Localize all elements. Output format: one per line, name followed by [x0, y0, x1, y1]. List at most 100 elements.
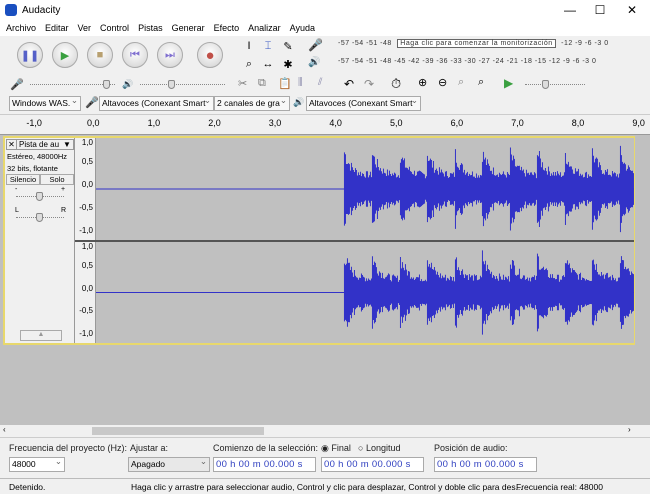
- project-rate-label: Frecuencia del proyecto (Hz):: [9, 443, 128, 453]
- play-speed-slider[interactable]: [525, 80, 585, 89]
- menu-pistas[interactable]: Pistas: [138, 23, 163, 33]
- maximize-button[interactable]: ☐: [585, 0, 615, 20]
- timeline-ruler[interactable]: -1,0 0,0 1,0 2,0 3,0 4,0 5,0 6,0 7,0 8,0 9,0: [0, 115, 650, 135]
- timeshift-tool-icon[interactable]: ↔: [259, 55, 277, 73]
- envelope-tool-icon[interactable]: ⌶: [259, 37, 277, 55]
- undo-icon[interactable]: ↶: [344, 77, 354, 91]
- minimize-button[interactable]: —: [555, 0, 585, 20]
- audio-position-time[interactable]: 00 h 00 m 00.000 s: [434, 457, 537, 472]
- track-format-bits: 32 bits, flotante: [7, 164, 58, 173]
- toolbars: ❚❚ ▶ ■ ⏮ ⏭ ● I ⌶ ✎ ⌕ ↔ ✱ 🎤 -57 -54 -51 -…: [0, 36, 650, 115]
- vertical-ruler-left[interactable]: 1,0 0,5 0,0 -0,5 -1,0: [75, 138, 96, 240]
- amplitude-tick-label: 0,5: [81, 260, 93, 270]
- end-radio[interactable]: ◉ Final: [321, 443, 351, 454]
- amplitude-tick-label: -1,0: [79, 226, 93, 235]
- zoom-in-icon[interactable]: ⊕: [418, 76, 427, 89]
- menu-generar[interactable]: Generar: [172, 23, 205, 33]
- playback-meter[interactable]: -57 -54 -51 -48 -45 -42 -39 -36 -33 -30 …: [338, 58, 596, 72]
- menu-ver[interactable]: Ver: [78, 23, 92, 33]
- scrollbar-thumb[interactable]: [92, 427, 264, 435]
- snap-to-label: Ajustar a:: [130, 443, 169, 453]
- title-bar: Audacity — ☐ ✕: [0, 0, 650, 20]
- length-radio[interactable]: ○ Longitud: [358, 443, 400, 453]
- sync-lock-icon[interactable]: ⏱: [391, 76, 401, 92]
- amplitude-tick-label: 0,5: [81, 157, 93, 166]
- menu-archivo[interactable]: Archivo: [6, 23, 36, 33]
- track-close-button[interactable]: ✕: [7, 140, 17, 149]
- track-menu-arrow-icon[interactable]: ▼: [63, 140, 73, 149]
- silence-icon[interactable]: ⫽: [318, 77, 322, 88]
- length-radio-label: Longitud: [365, 443, 401, 453]
- copy-icon[interactable]: ⧉: [258, 77, 266, 90]
- status-hint: Haga clic y arrastre para seleccionar au…: [131, 482, 523, 492]
- menu-editar[interactable]: Editar: [45, 23, 69, 33]
- waveform: [343, 250, 634, 335]
- audio-position-label: Posición de audio:: [434, 443, 508, 453]
- paste-icon[interactable]: 📋: [278, 77, 292, 90]
- scroll-right-icon[interactable]: ›: [628, 425, 631, 434]
- channel-right-waveform[interactable]: [96, 242, 634, 343]
- menu-analizar[interactable]: Analizar: [248, 23, 281, 33]
- project-rate-select[interactable]: 48000: [9, 457, 65, 472]
- gain-plus-label: +: [61, 186, 66, 193]
- stop-button[interactable]: ■: [87, 42, 113, 68]
- horizontal-scrollbar[interactable]: ‹ ›: [0, 425, 650, 437]
- multi-tool-icon[interactable]: ✱: [279, 55, 297, 73]
- trim-icon[interactable]: ⫼: [298, 77, 303, 88]
- scroll-left-icon[interactable]: ‹: [3, 425, 6, 434]
- gain-slider[interactable]: [16, 192, 64, 201]
- play-button[interactable]: ▶: [52, 42, 78, 68]
- fit-project-icon[interactable]: ⌕: [478, 76, 484, 89]
- cut-icon[interactable]: ✂: [238, 77, 247, 90]
- ruler-tick-label: 4,0: [329, 118, 342, 128]
- zoom-tool-icon[interactable]: ⌕: [240, 55, 258, 73]
- playback-device-select[interactable]: Altavoces (Conexant Smart: [306, 96, 421, 111]
- menu-control[interactable]: Control: [100, 23, 129, 33]
- draw-tool-icon[interactable]: ✎: [279, 37, 297, 55]
- monitor-tooltip[interactable]: Haga clic para comenzar la monitorizació…: [397, 39, 556, 48]
- pan-slider[interactable]: [16, 213, 64, 222]
- play-at-speed-icon[interactable]: ▶: [504, 76, 513, 90]
- collapse-track-button[interactable]: ▲: [20, 330, 62, 341]
- mute-button[interactable]: Silencio: [6, 174, 40, 185]
- selection-start-time[interactable]: 00 h 00 m 00.000 s: [213, 457, 316, 472]
- recording-channels-select[interactable]: 2 canales de gra: [214, 96, 290, 111]
- solo-button[interactable]: Solo: [40, 174, 74, 185]
- ruler-tick-label: 3,0: [268, 118, 282, 128]
- selection-end-time[interactable]: 00 h 00 m 00.000 s: [321, 457, 424, 472]
- track-format-rate: Estéreo, 48000Hz: [7, 152, 68, 161]
- menu-efecto[interactable]: Efecto: [214, 23, 240, 33]
- selection-start-label: Comienzo de la selección:: [213, 443, 319, 453]
- amplitude-tick-label: -0,5: [79, 203, 93, 212]
- gain-minus-label: -: [15, 186, 18, 193]
- recording-device-select[interactable]: Altavoces (Conexant Smart: [99, 96, 214, 111]
- audio-track[interactable]: ✕ Pista de au ▼ Estéreo, 48000Hz 32 bits…: [3, 136, 635, 345]
- mic-volume-icon: 🎤: [10, 79, 24, 91]
- zoom-out-icon[interactable]: ⊖: [438, 76, 447, 89]
- amplitude-tick-label: 1,0: [81, 138, 93, 147]
- playback-volume-slider[interactable]: [140, 80, 225, 89]
- app-logo-icon: [5, 4, 17, 16]
- record-meter-scale-end: -12 -9 -6 -3 0: [561, 40, 609, 47]
- selection-tool-icon[interactable]: I: [240, 37, 258, 55]
- fit-selection-icon[interactable]: ⌕: [458, 76, 464, 89]
- redo-icon[interactable]: ↷: [364, 77, 374, 91]
- recording-volume-slider[interactable]: [30, 80, 115, 89]
- menu-ayuda[interactable]: Ayuda: [290, 23, 315, 33]
- pause-button[interactable]: ❚❚: [17, 42, 43, 68]
- waveform: [343, 145, 634, 233]
- audio-host-select[interactable]: Windows WAS.: [9, 96, 81, 111]
- vertical-ruler-right[interactable]: 1,0 0,5 0,0 -0,5 -1,0: [75, 242, 96, 343]
- skip-to-end-button[interactable]: ⏭: [157, 42, 183, 68]
- amplitude-tick-label: 1,0: [81, 242, 93, 251]
- record-button[interactable]: ●: [197, 42, 223, 68]
- microphone-icon: 🎤: [308, 38, 323, 52]
- selection-toolbar: Frecuencia del proyecto (Hz): 48000 Ajus…: [0, 437, 650, 478]
- snap-to-select[interactable]: Apagado: [128, 457, 210, 472]
- channel-left-waveform[interactable]: [96, 138, 634, 240]
- skip-to-start-button[interactable]: ⏮: [122, 42, 148, 68]
- close-button[interactable]: ✕: [617, 0, 647, 20]
- pan-left-label: L: [15, 207, 19, 214]
- track-name-menu[interactable]: Pista de au: [17, 140, 63, 149]
- record-meter[interactable]: -57 -54 -51 -48 Haga clic para comenzar …: [338, 39, 609, 54]
